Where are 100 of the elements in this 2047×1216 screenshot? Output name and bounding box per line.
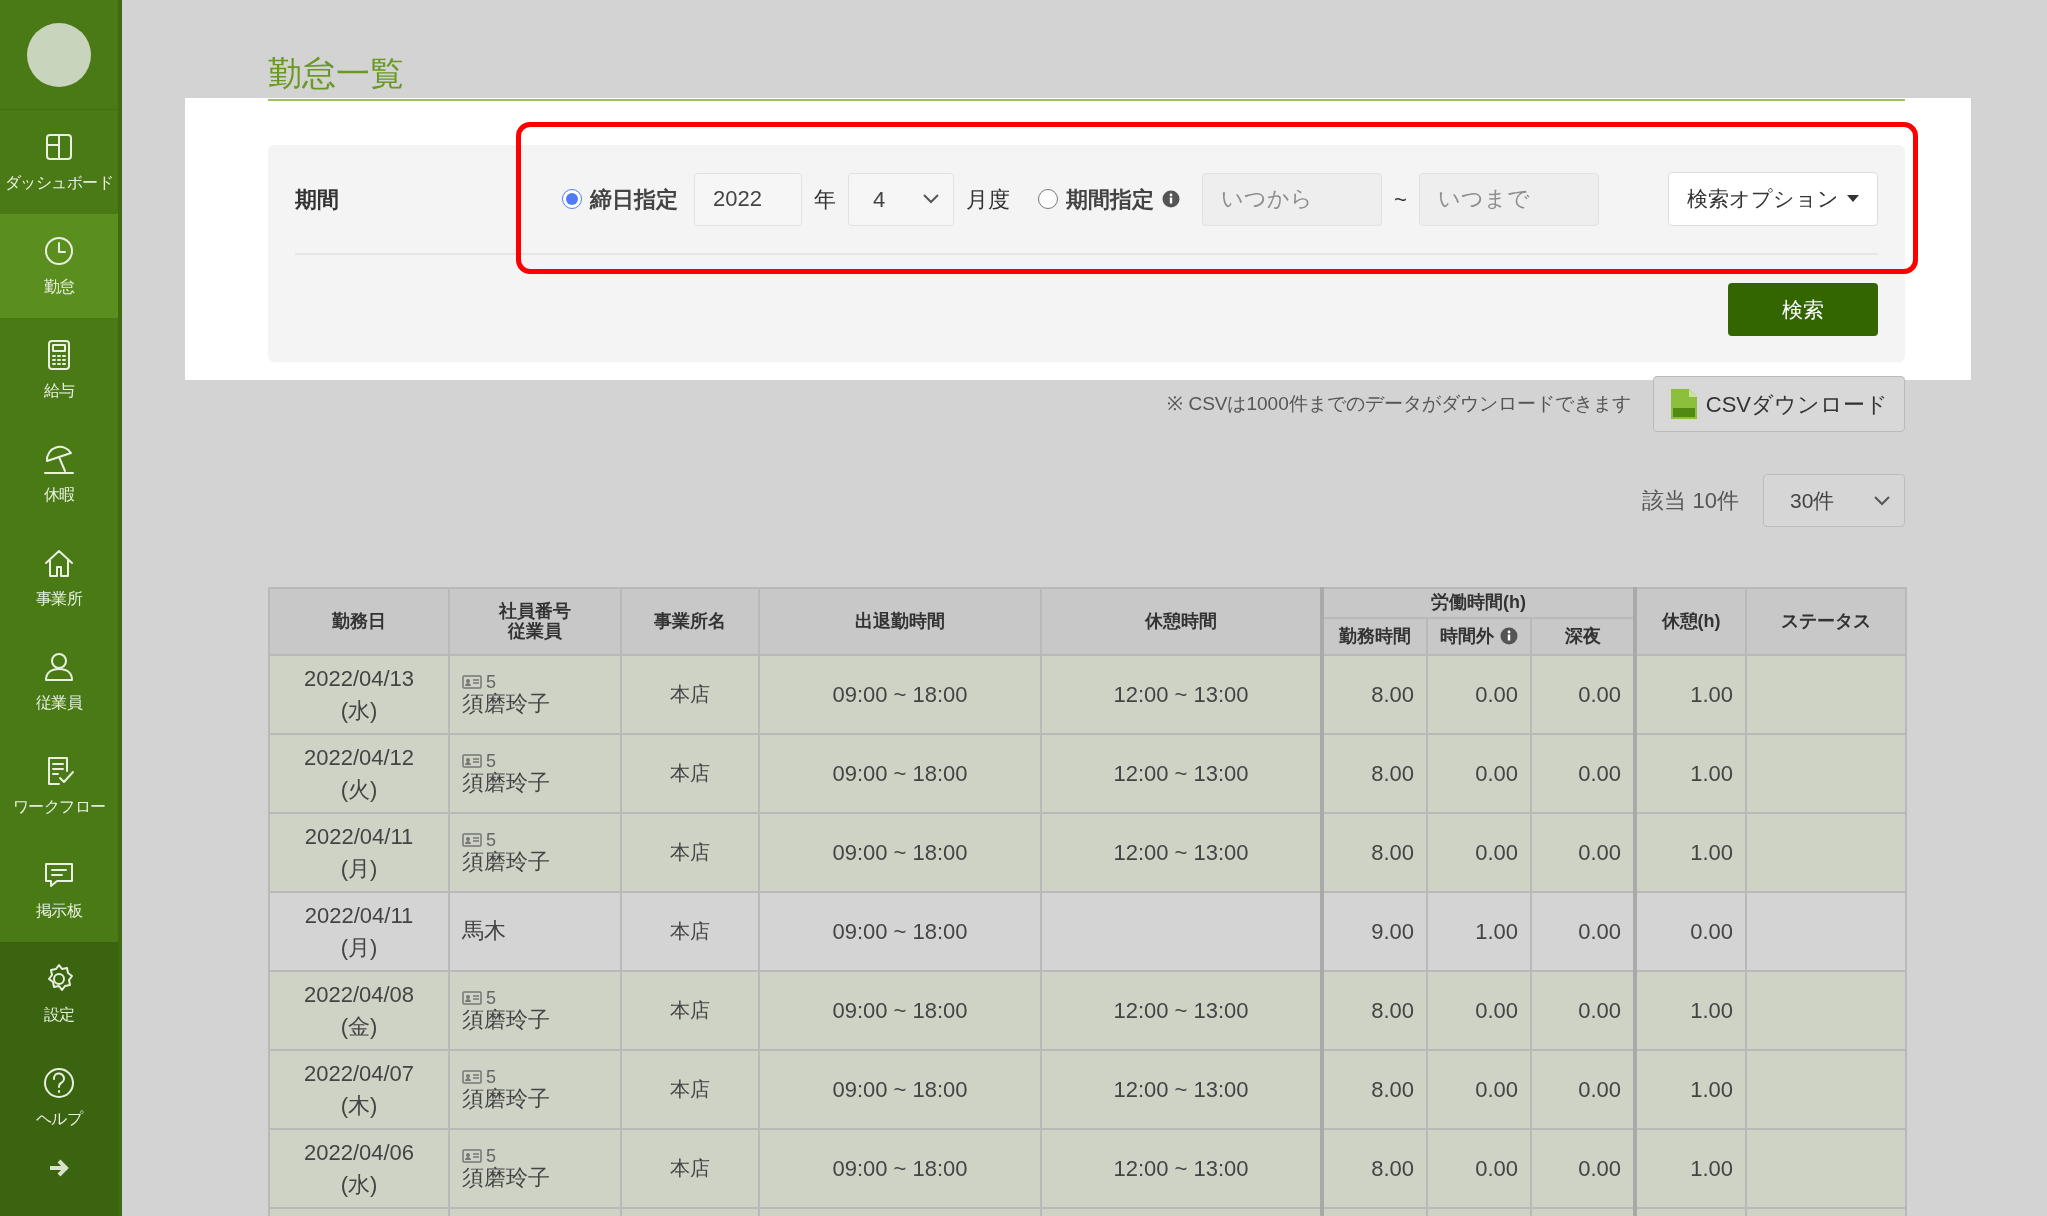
info-icon[interactable]: [1499, 626, 1518, 645]
column-header: 勤務日: [332, 610, 386, 631]
time-range: 12:00 ~ 13:00: [1113, 839, 1249, 865]
hours-value: 1.00: [1690, 760, 1733, 786]
hours-value: 8.00: [1371, 681, 1414, 707]
unit-label: 年: [814, 185, 836, 214]
arrow-icon[interactable]: [48, 1158, 70, 1178]
search-button[interactable]: 検索: [1728, 283, 1878, 336]
date-text: 2022/04/08: [302, 980, 416, 1009]
radio-button[interactable]: [1038, 189, 1058, 209]
hours-value: 0.00: [1475, 839, 1518, 865]
employee-name: 須磨玲子: [462, 1166, 551, 1191]
sidebar-item[interactable]: 休暇: [0, 422, 118, 526]
hours-value: 0.00: [1578, 681, 1621, 707]
sidebar-item[interactable]: 事業所: [0, 526, 118, 630]
column-header: ステータス: [1781, 610, 1871, 631]
time-range: 12:00 ~ 13:00: [1113, 997, 1249, 1023]
employee-id: 5: [486, 1146, 496, 1166]
month-select[interactable]: 4: [848, 172, 954, 226]
weekday-text: (月): [339, 933, 379, 962]
office-text: 本店: [670, 920, 710, 942]
time-range: 09:00 ~ 18:00: [832, 760, 968, 786]
time-range: 09:00 ~ 18:00: [832, 681, 968, 707]
employee-id: 5: [486, 751, 496, 771]
radio-label[interactable]: 期間指定: [1066, 182, 1154, 216]
hours-value: 0.00: [1475, 997, 1518, 1023]
caret-icon: [1847, 195, 1859, 203]
time-range: 09:00 ~ 18:00: [832, 997, 968, 1023]
radio-button[interactable]: [562, 189, 582, 209]
sidebar-item[interactable]: 給与: [0, 318, 118, 422]
employee-name: 須磨玲子: [462, 1008, 551, 1033]
weekday-text: (火): [339, 775, 379, 804]
weekday-text: (月): [339, 854, 379, 883]
employee-id: 5: [486, 672, 496, 692]
search-options-button[interactable]: 検索オプション: [1668, 172, 1878, 226]
sidebar-item[interactable]: 勤怠: [0, 214, 118, 318]
office-text: 本店: [670, 762, 710, 784]
hours-value: 1.00: [1690, 1076, 1733, 1102]
result-count: 該当 10件: [1642, 487, 1739, 515]
sidebar-item[interactable]: 従業員: [0, 630, 118, 734]
date-text: 2022/04/07: [302, 1059, 416, 1088]
sidebar-item[interactable]: 設定: [0, 942, 118, 1046]
weekday-text: (水): [339, 696, 379, 725]
range-separator: ~: [1394, 185, 1407, 214]
info-icon[interactable]: [1162, 190, 1180, 208]
column-header: 事業所名: [654, 610, 726, 631]
hours-value: 1.00: [1690, 681, 1733, 707]
employee-name: 須磨玲子: [462, 771, 551, 796]
employee-id: 5: [486, 1067, 496, 1087]
page-size-select[interactable]: 30件: [1763, 474, 1905, 527]
office-text: 本店: [670, 999, 710, 1021]
hours-value: 0.00: [1578, 839, 1621, 865]
employee-id: 5: [486, 830, 496, 850]
hours-value: 1.00: [1690, 839, 1733, 865]
year-field[interactable]: 2022: [694, 172, 802, 226]
id-card-icon: [462, 991, 482, 1006]
id-card-icon: [462, 675, 482, 690]
time-range: 12:00 ~ 13:00: [1113, 760, 1249, 786]
csv-download-button[interactable]: CSVダウンロード: [1652, 376, 1905, 432]
time-range: 12:00 ~ 13:00: [1113, 681, 1249, 707]
column-header: 勤務時間: [1339, 625, 1411, 646]
sidebar-item[interactable]: ヘルプ: [0, 1046, 118, 1150]
time-range: 12:00 ~ 13:00: [1113, 1076, 1249, 1102]
hours-value: 0.00: [1578, 760, 1621, 786]
hours-value: 0.00: [1578, 1076, 1621, 1102]
time-range: 12:00 ~ 13:00: [1113, 1155, 1249, 1181]
time-range: 09:00 ~ 18:00: [832, 1076, 968, 1102]
date-text: 2022/04/11: [303, 901, 415, 930]
hours-value: 8.00: [1371, 1155, 1414, 1181]
column-header: 労働時間(h): [1431, 592, 1526, 613]
date-text: 2022/04/06: [302, 1138, 416, 1167]
column-header: 時間外: [1440, 625, 1495, 646]
radio-label[interactable]: 締日指定: [590, 182, 678, 216]
hours-value: 0.00: [1475, 1076, 1518, 1102]
id-card-icon: [462, 754, 482, 769]
id-card-icon: [462, 1070, 482, 1085]
sidebar-item[interactable]: ワークフロー: [0, 734, 118, 838]
hours-value: 0.00: [1578, 918, 1621, 944]
date-text: 2022/04/12: [302, 743, 416, 772]
weekday-text: (木): [339, 1091, 379, 1120]
page-title: 勤怠一覧: [268, 53, 404, 94]
hours-value: 0.00: [1475, 760, 1518, 786]
sidebar-item[interactable]: 掲示板: [0, 838, 118, 942]
hours-value: 0.00: [1475, 1155, 1518, 1181]
office-text: 本店: [670, 1078, 710, 1100]
field-label: 期間: [295, 185, 340, 214]
id-card-icon: [462, 833, 482, 848]
hours-value: 0.00: [1475, 681, 1518, 707]
help-icon: [41, 1065, 77, 1101]
hours-value: 1.00: [1690, 997, 1733, 1023]
column-header: 休憩(h): [1661, 610, 1721, 631]
unit-label: 月度: [966, 185, 1010, 214]
sidebar-item[interactable]: ダッシュボード: [0, 110, 118, 214]
time-range: 09:00 ~ 18:00: [832, 839, 968, 865]
hours-value: 8.00: [1371, 839, 1414, 865]
employee-name: 須磨玲子: [462, 1087, 551, 1112]
employee-name: 須磨玲子: [462, 850, 551, 875]
chevron-icon: [1874, 495, 1890, 506]
employee-id: 5: [486, 988, 496, 1008]
office-text: 本店: [670, 683, 710, 705]
